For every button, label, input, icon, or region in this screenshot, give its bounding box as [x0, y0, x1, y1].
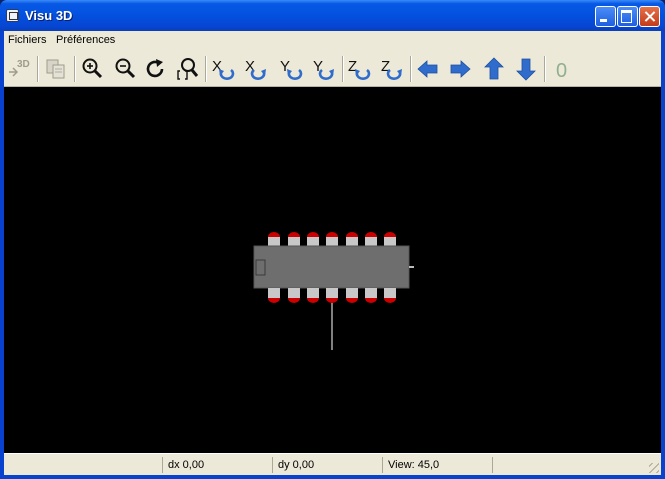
zoom-out-button[interactable]	[112, 56, 138, 82]
rotate-x-icon: X	[245, 58, 266, 80]
bottom-pins	[268, 288, 396, 303]
3d-view-icon: 3D	[9, 59, 30, 77]
zoom-out-icon	[115, 58, 136, 79]
arrow-up-icon	[484, 57, 504, 80]
rotate-x-icon: X	[212, 58, 235, 80]
ic-chip-body	[253, 245, 410, 289]
rotate-z-icon: Z	[381, 58, 402, 80]
window-title: Visu 3D	[25, 8, 73, 23]
title-bar[interactable]: Visu 3D	[0, 0, 665, 31]
pan-right-button[interactable]	[447, 56, 473, 82]
toolbar-separator	[342, 56, 344, 82]
rotate-z-pos-button[interactable]: Z	[379, 56, 405, 82]
rotate-y-icon: Y	[313, 58, 334, 80]
maximize-button[interactable]	[617, 6, 638, 27]
menu-preferences[interactable]: Préférences	[56, 34, 115, 46]
rotate-z-neg-button[interactable]: Z	[346, 56, 372, 82]
3d-viewport[interactable]	[4, 87, 661, 453]
rotate-y-pos-button[interactable]: Y	[311, 56, 337, 82]
rotate-z-icon: Z	[348, 58, 371, 80]
arrow-down-icon	[516, 58, 536, 81]
menu-fichiers[interactable]: Fichiers	[8, 34, 47, 46]
arrow-left-icon	[417, 60, 438, 78]
status-dx: dx 0,00	[162, 457, 272, 473]
svg-text:0: 0	[556, 60, 567, 82]
app-icon[interactable]	[6, 9, 19, 22]
zoom-fit-icon	[177, 58, 199, 80]
svg-text:3D: 3D	[17, 59, 30, 70]
toolbar-separator	[37, 56, 39, 82]
zoom-fit-button[interactable]	[175, 56, 201, 82]
toolbar: 3D X X Y Y Z Z 0	[4, 51, 661, 87]
pan-down-button[interactable]	[513, 56, 539, 82]
close-button[interactable]	[639, 6, 660, 27]
pan-up-button[interactable]	[481, 56, 507, 82]
main-window: Visu 3D Fichiers Préférences 3D X X Y Y …	[0, 0, 665, 479]
status-bar: dx 0,00 dy 0,00 View: 45,0	[4, 453, 661, 475]
pan-left-button[interactable]	[415, 56, 441, 82]
rotate-y-icon: Y	[280, 58, 303, 80]
resize-grip[interactable]	[649, 463, 659, 473]
reset-button[interactable]: 0	[550, 56, 576, 82]
status-empty	[492, 457, 642, 473]
rotate-x-pos-button[interactable]: X	[243, 56, 269, 82]
3d-scene	[253, 232, 414, 350]
copy-icon	[46, 59, 65, 79]
toolbar-separator	[410, 56, 412, 82]
rotate-y-neg-button[interactable]: Y	[278, 56, 304, 82]
zoom-in-button[interactable]	[79, 56, 105, 82]
window-frame-right	[661, 31, 665, 479]
toolbar-separator	[74, 56, 76, 82]
rotate-x-neg-button[interactable]: X	[210, 56, 236, 82]
copy-view-button[interactable]	[43, 56, 69, 82]
menu-bar: Fichiers Préférences	[4, 31, 661, 51]
zoom-in-icon	[82, 58, 103, 79]
redraw-button[interactable]	[143, 56, 169, 82]
top-pins	[268, 232, 396, 247]
status-dy: dy 0,00	[272, 457, 382, 473]
zero-icon: 0	[556, 60, 567, 82]
minimize-button[interactable]	[595, 6, 616, 27]
toolbar-separator	[205, 56, 207, 82]
arrow-right-icon	[450, 60, 471, 78]
toolbar-separator	[544, 56, 546, 82]
view-3d-button[interactable]: 3D	[6, 56, 32, 82]
refresh-icon	[146, 59, 164, 78]
status-view: View: 45,0	[382, 457, 492, 473]
window-frame-bottom	[0, 475, 665, 479]
